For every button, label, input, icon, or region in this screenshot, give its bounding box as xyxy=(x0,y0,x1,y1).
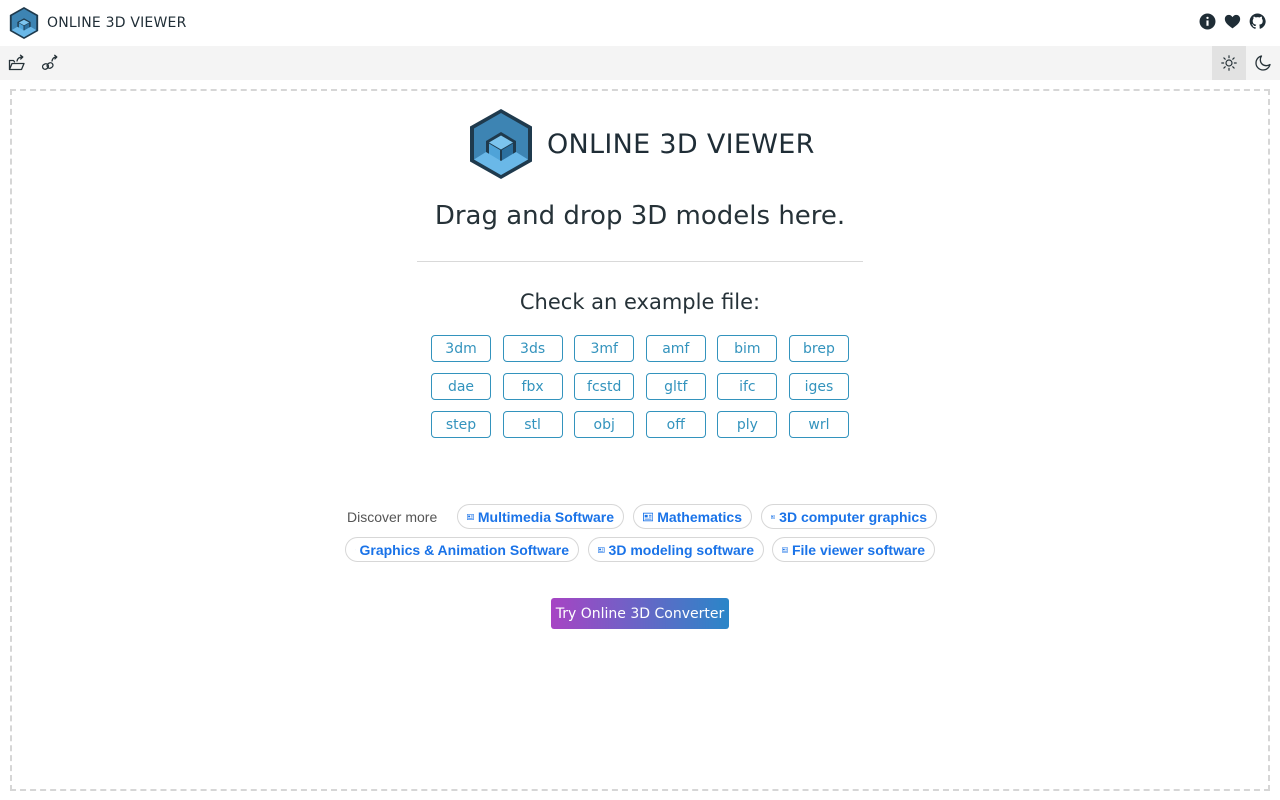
chip-mathematics[interactable]: Mathematics xyxy=(633,504,752,529)
brand[interactable]: ONLINE 3D VIEWER xyxy=(8,6,187,40)
dark-theme-button[interactable] xyxy=(1246,46,1280,80)
light-theme-button[interactable] xyxy=(1212,46,1246,80)
sun-icon xyxy=(1221,55,1237,71)
chip-label: Multimedia Software xyxy=(477,508,614,525)
example-3dm-button[interactable]: 3dm xyxy=(431,335,491,362)
example-step-button[interactable]: step xyxy=(431,411,491,438)
newspaper-icon xyxy=(643,512,654,521)
info-icon[interactable] xyxy=(1199,13,1216,30)
example-fcstd-button[interactable]: fcstd xyxy=(574,373,635,400)
example-bim-button[interactable]: bim xyxy=(717,335,778,362)
open-file-icon xyxy=(8,54,25,71)
github-icon[interactable] xyxy=(1249,13,1266,30)
newspaper-icon xyxy=(782,547,788,552)
chip-label: Graphics & Animation Software xyxy=(359,541,569,558)
example-ply-button[interactable]: ply xyxy=(717,411,778,438)
example-iges-button[interactable]: iges xyxy=(788,373,849,400)
drop-area[interactable] xyxy=(10,89,1270,791)
discover-label: Discover more xyxy=(347,509,438,525)
newspaper-icon xyxy=(771,514,776,519)
open-url-button[interactable] xyxy=(33,46,67,80)
example-3mf-button[interactable]: 3mf xyxy=(574,335,635,362)
chip-file-viewer-software[interactable]: File viewer software xyxy=(772,537,935,562)
chip-label: File viewer software xyxy=(791,541,925,558)
toolbar xyxy=(0,46,1280,80)
example-file-list: 3dm 3ds 3mf amf bim brep dae fbx fcstd g… xyxy=(431,335,851,438)
example-obj-button[interactable]: obj xyxy=(574,411,635,438)
example-brep-button[interactable]: brep xyxy=(788,335,849,362)
example-fbx-button[interactable]: fbx xyxy=(502,373,563,400)
example-stl-button[interactable]: stl xyxy=(502,411,563,438)
cube-logo-icon xyxy=(9,6,39,40)
open-url-icon xyxy=(41,54,58,70)
chip-multimedia-software[interactable]: Multimedia Software xyxy=(457,504,624,529)
newspaper-icon xyxy=(598,546,605,553)
drop-instruction: Drag and drop 3D models here. xyxy=(434,201,846,231)
app-title: ONLINE 3D VIEWER xyxy=(47,15,187,31)
example-heading: Check an example file: xyxy=(519,290,761,314)
try-converter-button[interactable]: Try Online 3D Converter xyxy=(551,598,729,629)
heart-icon[interactable] xyxy=(1224,13,1241,30)
example-ifc-button[interactable]: ifc xyxy=(717,373,778,400)
intro-title: ONLINE 3D VIEWER xyxy=(547,129,815,160)
example-amf-button[interactable]: amf xyxy=(645,335,706,362)
moon-icon xyxy=(1255,55,1271,71)
example-dae-button[interactable]: dae xyxy=(431,373,491,400)
chip-3d-computer-graphics[interactable]: 3D computer graphics xyxy=(761,504,937,529)
example-off-button[interactable]: off xyxy=(645,411,706,438)
app-header: ONLINE 3D VIEWER xyxy=(0,0,1280,46)
example-3ds-button[interactable]: 3ds xyxy=(502,335,563,362)
cube-logo-large-icon xyxy=(470,109,532,179)
example-gltf-button[interactable]: gltf xyxy=(645,373,706,400)
example-wrl-button[interactable]: wrl xyxy=(788,411,849,438)
newspaper-icon xyxy=(467,513,474,520)
header-icon-group xyxy=(1199,13,1266,30)
chip-label: 3D computer graphics xyxy=(779,508,927,525)
divider xyxy=(417,261,863,262)
chip-3d-modeling-software[interactable]: 3D modeling software xyxy=(588,537,764,562)
chip-label: 3D modeling software xyxy=(608,541,754,558)
open-file-button[interactable] xyxy=(0,46,34,80)
chip-label: Mathematics xyxy=(657,508,742,525)
chip-graphics-animation-software[interactable]: Graphics & Animation Software xyxy=(345,537,579,562)
